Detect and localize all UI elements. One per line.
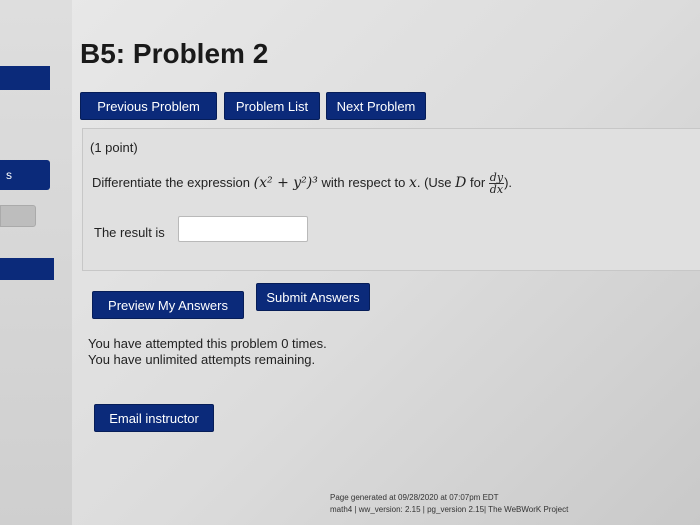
question-middle: with respect to [321,174,406,190]
problem-points: (1 point) [90,140,138,155]
derivative-fraction: dy dx [488,172,505,196]
math-symbol-d: D [455,174,467,191]
previous-problem-button[interactable]: Previous Problem [80,92,217,120]
footer-generated: Page generated at 09/28/2020 at 07:07pm … [330,493,499,502]
question-use-prefix: . (Use [416,174,452,190]
problem-list-button[interactable]: Problem List [224,92,320,120]
math-expression: (x² + y²)³ [253,174,318,191]
sidebar-nav-item[interactable] [0,258,54,280]
question-prefix: Differentiate the expression [92,174,251,190]
next-problem-button[interactable]: Next Problem [326,92,426,120]
sidebar: s [0,0,72,525]
fraction-denominator: dx [489,183,504,196]
page-title: B5: Problem 2 [80,38,269,69]
submit-answers-button[interactable]: Submit Answers [256,283,370,311]
math-variable: x [408,174,417,191]
sidebar-nav-item-active[interactable]: s [0,160,50,190]
result-label: The result is [94,225,165,240]
question-use-suffix: ). [504,174,513,190]
problem-statement: Differentiate the expression (x² + y²)³ … [92,172,512,195]
sidebar-tab-label: s [6,168,12,182]
problem-panel [82,128,700,271]
sidebar-field[interactable] [0,205,36,227]
remaining-message: You have unlimited attempts remaining. [88,352,316,367]
preview-answers-button[interactable]: Preview My Answers [92,291,244,319]
footer-versions: math4 | ww_version: 2.15 | pg_version 2.… [330,505,569,514]
answer-input[interactable] [178,216,308,242]
attempts-message: You have attempted this problem 0 times. [88,336,327,351]
question-use-for: for [470,174,486,190]
sidebar-nav-item[interactable] [0,66,50,90]
email-instructor-button[interactable]: Email instructor [94,404,214,432]
